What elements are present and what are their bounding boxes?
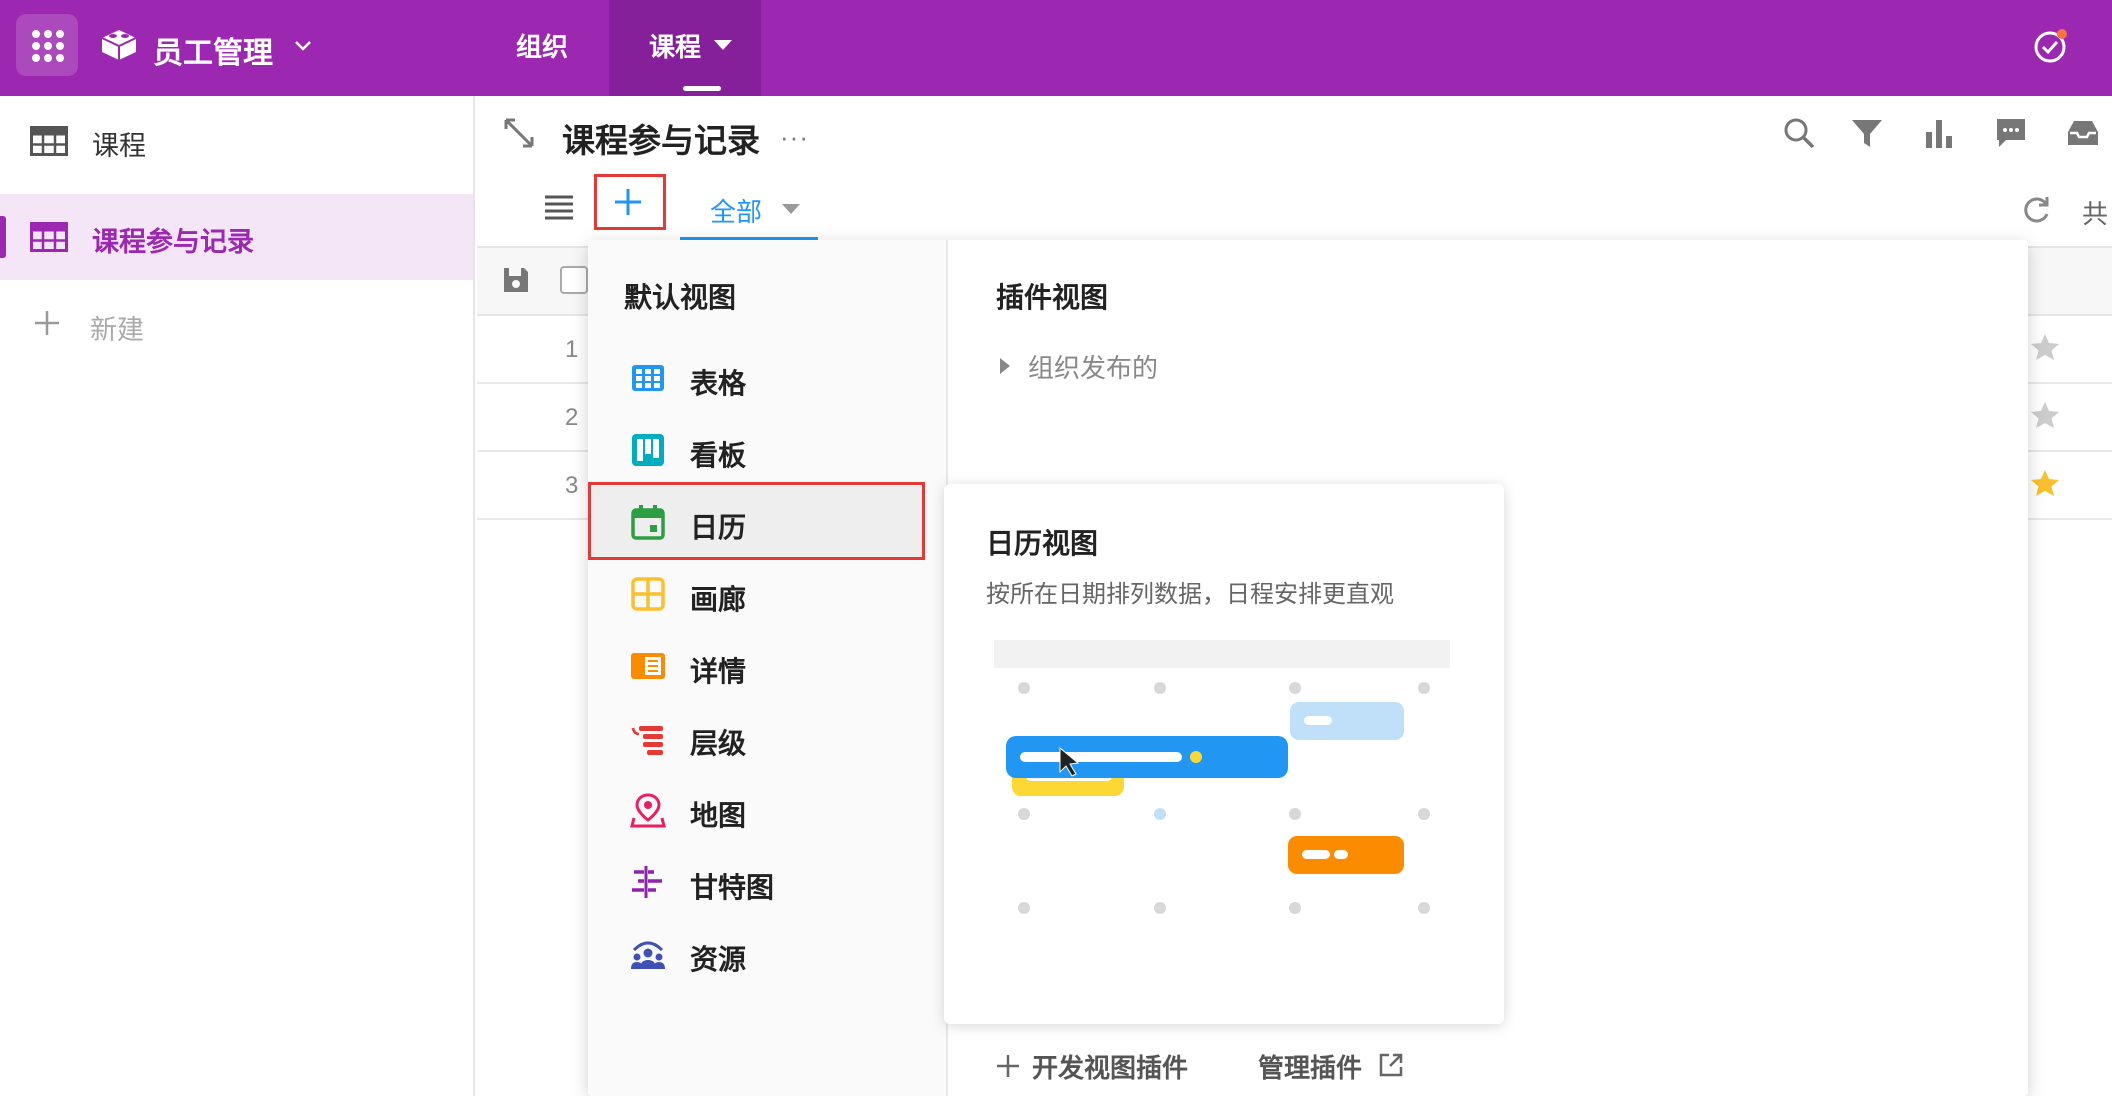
view-option-label: 地图 [690, 800, 747, 831]
kanban-icon [632, 434, 664, 466]
sidebar-item-course-records[interactable]: 课程参与记录 [0, 194, 473, 280]
table-icon [30, 126, 68, 156]
chevron-down-icon[interactable] [292, 34, 314, 56]
view-option-map[interactable]: 地图 [592, 774, 922, 846]
plus-icon [615, 189, 641, 215]
view-option-gantt[interactable]: 甘特图 [592, 846, 922, 918]
view-option-label: 看板 [690, 440, 747, 471]
search-icon[interactable] [1782, 116, 1816, 150]
plus-icon [35, 311, 59, 335]
default-views-heading: 默认视图 [624, 282, 737, 313]
row-number: 2 [565, 404, 579, 431]
sidebar-item-label: 课程 [92, 131, 146, 161]
plugin-group-label: 组织发布的 [1028, 353, 1159, 383]
preview-title: 日历视图 [986, 528, 1099, 559]
sheet-title: 课程参与记录 [562, 122, 760, 159]
app-launcher-button[interactable] [16, 14, 78, 76]
table-grid-icon [632, 365, 664, 391]
view-option-label: 画廊 [690, 584, 747, 615]
calendar-icon [631, 505, 665, 540]
tab-label: 组织 [516, 32, 569, 62]
expand-icon[interactable] [502, 116, 536, 150]
preview-description: 按所在日期排列数据，日程安排更直观 [986, 581, 1394, 608]
filter-icon[interactable] [1850, 116, 1884, 150]
external-link-icon[interactable] [1378, 1052, 1404, 1078]
comment-icon[interactable] [1994, 116, 2028, 150]
top-bar: 员工管理 组织 课程 [0, 0, 2112, 96]
inbox-icon[interactable] [2066, 116, 2100, 150]
task-check-icon[interactable] [2030, 26, 2070, 66]
gantt-icon [632, 866, 662, 898]
view-option-hierarchy[interactable]: 层级 [592, 702, 922, 774]
default-views-panel: 默认视图 表格 看板 日历 画廊 详情 层级 地图 甘特图 资源 [588, 240, 948, 1096]
tab-label: 课程 [649, 32, 702, 62]
add-view-button[interactable] [594, 174, 666, 230]
view-tab-label: 全部 [710, 197, 763, 227]
detail-icon [631, 653, 665, 679]
star-icon[interactable] [2030, 332, 2060, 362]
star-icon[interactable] [2030, 468, 2060, 498]
view-option-resource[interactable]: 资源 [592, 918, 922, 990]
table-icon [30, 222, 68, 252]
view-option-label: 资源 [690, 944, 747, 975]
share-label[interactable]: 共 [2082, 194, 2108, 231]
tab-organization[interactable]: 组织 [516, 0, 568, 96]
caret-right-icon[interactable] [1000, 358, 1010, 374]
develop-plugin-link[interactable]: 开发视图插件 [1032, 1048, 1188, 1085]
view-option-detail[interactable]: 详情 [592, 630, 922, 702]
grid-dots-icon [32, 30, 64, 62]
view-option-calendar[interactable]: 日历 [588, 482, 925, 560]
dropdown-footer: 开发视图插件 管理插件 [996, 1048, 1596, 1088]
view-option-label: 层级 [690, 728, 747, 759]
sidebar-item-course[interactable]: 课程 [0, 98, 473, 184]
caret-down-icon[interactable] [714, 40, 732, 50]
save-icon[interactable] [502, 266, 530, 294]
view-option-label: 日历 [690, 512, 747, 543]
view-option-label: 表格 [690, 368, 747, 399]
hierarchy-icon [631, 726, 663, 755]
row-number: 3 [565, 472, 579, 499]
view-tab-all[interactable]: 全部 [680, 180, 818, 240]
select-all-checkbox[interactable] [560, 266, 588, 294]
gallery-icon [631, 577, 665, 611]
map-pin-icon [630, 793, 666, 828]
caret-down-icon[interactable] [782, 204, 800, 214]
plus-icon [997, 1055, 1019, 1077]
brick-logo-icon [101, 30, 137, 60]
calendar-view-preview: 日历视图 按所在日期排列数据，日程安排更直观 [944, 484, 1504, 1024]
sidebar-item-label: 课程参与记录 [92, 227, 254, 257]
view-option-label: 详情 [690, 656, 747, 687]
bar-chart-icon[interactable] [1922, 116, 1956, 150]
more-options-icon[interactable]: ··· [780, 122, 809, 153]
manage-plugins-link[interactable]: 管理插件 [1258, 1048, 1362, 1085]
calendar-illustration [994, 640, 1450, 914]
new-sheet-label: 新建 [90, 315, 144, 345]
view-list-icon[interactable] [544, 194, 574, 220]
star-icon[interactable] [2030, 400, 2060, 430]
active-indicator [0, 216, 6, 258]
view-option-gallery[interactable]: 画廊 [592, 558, 922, 630]
active-tab-indicator [683, 86, 721, 91]
tab-course[interactable]: 课程 [609, 0, 761, 96]
row-number: 1 [565, 336, 579, 363]
view-option-label: 甘特图 [690, 872, 775, 903]
app-title[interactable]: 员工管理 [153, 28, 273, 72]
view-option-kanban[interactable]: 看板 [592, 414, 922, 486]
refresh-icon[interactable] [2020, 194, 2052, 226]
sidebar: 课程 课程参与记录 新建 [0, 96, 475, 1096]
plugin-views-heading: 插件视图 [996, 282, 1109, 313]
resource-icon [631, 941, 665, 969]
view-option-table[interactable]: 表格 [592, 342, 922, 414]
